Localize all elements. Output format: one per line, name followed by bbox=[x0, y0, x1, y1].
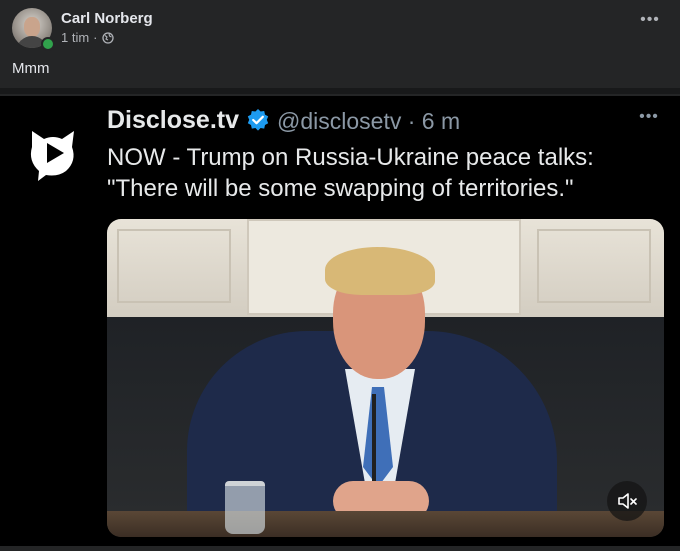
globe-icon bbox=[101, 31, 114, 44]
video-table bbox=[107, 511, 664, 537]
more-options-icon[interactable]: ••• bbox=[636, 12, 664, 33]
post-caption: Mmm bbox=[12, 60, 50, 77]
video-water-glass bbox=[225, 481, 265, 534]
divider bbox=[0, 88, 680, 94]
mute-toggle-button[interactable] bbox=[607, 481, 647, 521]
avatar-face bbox=[24, 17, 40, 37]
bottom-strip bbox=[0, 546, 680, 551]
video-speaker-hair bbox=[325, 247, 435, 295]
post-header: Carl Norberg 1 tim · ••• Mmm bbox=[0, 0, 680, 90]
meta-separator: · bbox=[93, 30, 98, 45]
post-meta: 1 tim · bbox=[61, 30, 114, 45]
online-status-dot bbox=[41, 37, 55, 51]
disclosetv-logo-icon[interactable] bbox=[22, 121, 84, 183]
video-wall-panel-left bbox=[117, 229, 231, 303]
volume-muted-icon bbox=[618, 493, 637, 509]
post-author[interactable]: Carl Norberg bbox=[61, 10, 153, 27]
post-time[interactable]: 1 tim bbox=[61, 30, 89, 45]
tweet-display-name[interactable]: Disclose.tv bbox=[107, 106, 239, 135]
verified-badge-icon bbox=[247, 109, 269, 131]
tweet-handle-time: @disclosetv · 6 m bbox=[277, 108, 461, 134]
tweet-more-icon[interactable]: ••• bbox=[634, 108, 664, 126]
embedded-tweet[interactable]: Disclose.tv @disclosetv · 6 m ••• NOW - … bbox=[0, 96, 680, 551]
video-wall-panel-right bbox=[537, 229, 651, 303]
tweet-text: NOW - Trump on Russia-Ukraine peace talk… bbox=[107, 144, 594, 202]
tweet-video[interactable] bbox=[107, 219, 664, 537]
